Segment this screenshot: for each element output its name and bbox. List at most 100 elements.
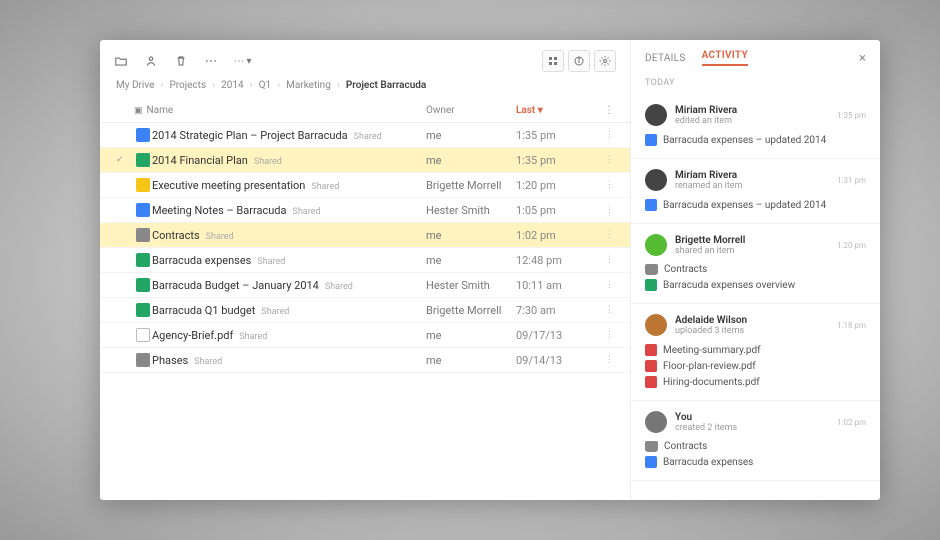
close-icon[interactable]: × <box>859 51 866 66</box>
tab-activity[interactable]: ACTIVITY <box>702 50 748 66</box>
row-options[interactable]: ⋮ <box>596 305 614 315</box>
avatar <box>645 234 667 256</box>
file-owner: me <box>426 329 516 342</box>
activity-attachment[interactable]: Barracuda expenses <box>645 456 866 468</box>
file-row[interactable]: Barracuda Budget – January 2014SharedHes… <box>100 273 630 298</box>
row-options[interactable]: ⋮ <box>596 355 614 365</box>
file-row[interactable]: ✓2014 Financial PlanSharedme1:35 pm⋮ <box>100 148 630 173</box>
file-modified: 1:05 pm <box>516 204 596 217</box>
attachment-label: Barracuda expenses – updated 2014 <box>663 135 826 146</box>
activity-attachment[interactable]: Hiring-documents.pdf <box>645 376 866 388</box>
share-icon[interactable] <box>144 54 158 68</box>
row-options[interactable]: ⋮ <box>596 330 614 340</box>
file-modified: 7:30 am <box>516 304 596 317</box>
file-name: Barracuda Q1 budgetShared <box>152 304 426 317</box>
row-options[interactable]: ⋮ <box>596 130 614 140</box>
trash-icon[interactable] <box>174 54 188 68</box>
toolbar-right <box>542 50 616 72</box>
file-icon <box>134 253 152 267</box>
file-icon <box>134 128 152 142</box>
attachment-icon <box>645 264 658 275</box>
app-window: ⋯ ▾ My Drive› Projects› 2014› Q1› Market… <box>100 40 880 500</box>
col-options[interactable]: ⋮ <box>596 105 614 116</box>
file-owner: me <box>426 354 516 367</box>
row-options[interactable]: ⋮ <box>596 180 614 190</box>
file-row[interactable]: PhasesSharedme09/14/13⋮ <box>100 348 630 373</box>
breadcrumb-item[interactable]: Projects <box>169 80 206 91</box>
main-pane: ⋯ ▾ My Drive› Projects› 2014› Q1› Market… <box>100 40 630 500</box>
file-icon <box>134 228 152 242</box>
row-checkbox[interactable]: ✓ <box>116 155 134 165</box>
file-row[interactable]: Meeting Notes – BarracudaSharedHester Sm… <box>100 198 630 223</box>
file-row[interactable]: ContractsSharedme1:02 pm⋮ <box>100 223 630 248</box>
attachment-label: Meeting-summary.pdf <box>663 345 761 356</box>
col-modified-label[interactable]: Last ▾ <box>516 105 596 116</box>
file-modified: 09/17/13 <box>516 329 596 342</box>
breadcrumb-item[interactable]: My Drive <box>116 80 154 91</box>
activity-attachment[interactable]: Floor-plan-review.pdf <box>645 360 866 372</box>
attachment-label: Hiring-documents.pdf <box>663 377 760 388</box>
activity-attachment[interactable]: Barracuda expenses – updated 2014 <box>645 199 866 211</box>
view-grid-button[interactable] <box>542 50 564 72</box>
settings-button[interactable] <box>594 50 616 72</box>
file-owner: me <box>426 229 516 242</box>
activity-attachment[interactable]: Meeting-summary.pdf <box>645 344 866 356</box>
file-modified: 10:11 am <box>516 279 596 292</box>
more-icon[interactable] <box>204 54 218 68</box>
file-icon <box>134 328 152 342</box>
file-modified: 1:35 pm <box>516 154 596 167</box>
attachment-icon <box>645 279 657 291</box>
overflow-label[interactable]: ⋯ ▾ <box>234 56 252 67</box>
file-row[interactable]: Barracuda expensesSharedme12:48 pm⋮ <box>100 248 630 273</box>
file-owner: me <box>426 254 516 267</box>
activity-person: Brigette Morrell <box>675 235 829 246</box>
side-tabs: DETAILS ACTIVITY × <box>631 40 880 70</box>
file-row[interactable]: Executive meeting presentationSharedBrig… <box>100 173 630 198</box>
attachment-label: Contracts <box>664 264 707 275</box>
activity-action: renamed an item <box>675 181 829 191</box>
activity-action: edited an item <box>675 116 829 126</box>
breadcrumb-item[interactable]: Q1 <box>259 80 272 91</box>
breadcrumb-current: Project Barracuda <box>346 80 426 91</box>
activity-attachment[interactable]: Barracuda expenses overview <box>645 279 866 291</box>
file-name: 2014 Strategic Plan – Project BarracudaS… <box>152 129 426 142</box>
file-row[interactable]: 2014 Strategic Plan – Project BarracudaS… <box>100 123 630 148</box>
row-options[interactable]: ⋮ <box>596 205 614 215</box>
activity-attachment[interactable]: Barracuda expenses – updated 2014 <box>645 134 866 146</box>
avatar <box>645 411 667 433</box>
file-name: 2014 Financial PlanShared <box>152 154 426 167</box>
attachment-icon <box>645 441 658 452</box>
row-options[interactable]: ⋮ <box>596 280 614 290</box>
file-row[interactable]: Agency-Brief.pdfSharedme09/17/13⋮ <box>100 323 630 348</box>
file-modified: 12:48 pm <box>516 254 596 267</box>
tab-details[interactable]: DETAILS <box>645 53 686 64</box>
col-owner-label[interactable]: Owner <box>426 105 516 116</box>
row-options[interactable]: ⋮ <box>596 155 614 165</box>
file-modified: 09/14/13 <box>516 354 596 367</box>
row-options[interactable]: ⋮ <box>596 255 614 265</box>
breadcrumb-item[interactable]: 2014 <box>221 80 243 91</box>
view-info-button[interactable] <box>568 50 590 72</box>
file-name: Meeting Notes – BarracudaShared <box>152 204 426 217</box>
activity-card: Youcreated 2 items1:02 pmContractsBarrac… <box>631 401 880 481</box>
file-list: 2014 Strategic Plan – Project BarracudaS… <box>100 123 630 500</box>
activity-person: Adelaide Wilson <box>675 315 829 326</box>
attachment-icon <box>645 456 657 468</box>
activity-attachment[interactable]: Contracts <box>645 441 866 452</box>
activity-action: created 2 items <box>675 423 829 433</box>
breadcrumb-item[interactable]: Marketing <box>286 80 331 91</box>
activity-time: 1:02 pm <box>837 418 866 427</box>
activity-person: Miriam Rivera <box>675 105 829 116</box>
file-row[interactable]: Barracuda Q1 budgetSharedBrigette Morrel… <box>100 298 630 323</box>
file-icon <box>134 303 152 317</box>
activity-attachment[interactable]: Contracts <box>645 264 866 275</box>
file-modified: 1:20 pm <box>516 179 596 192</box>
add-folder-icon[interactable] <box>114 54 128 68</box>
attachment-label: Floor-plan-review.pdf <box>663 361 756 372</box>
file-owner: Brigette Morrell <box>426 179 516 192</box>
row-options[interactable]: ⋮ <box>596 230 614 240</box>
side-panel: DETAILS ACTIVITY × TODAY Miriam Riveraed… <box>630 40 880 500</box>
file-icon <box>134 178 152 192</box>
attachment-icon <box>645 360 657 372</box>
col-name-label[interactable]: Name <box>147 105 174 116</box>
